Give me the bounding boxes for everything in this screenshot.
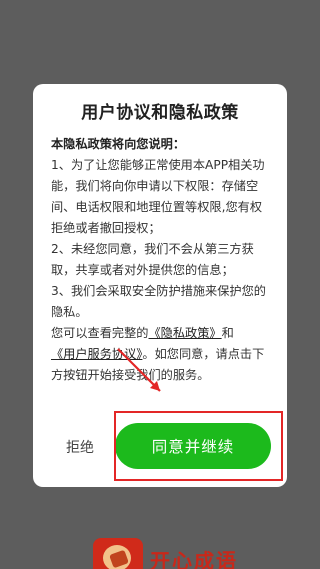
dialog-item-3: 3、我们会采取安全防护措施来保护您的隐私。 <box>51 284 266 319</box>
privacy-dialog: 用户协议和隐私政策 本隐私政策将向您说明： 1、为了让您能够正常使用本APP相关… <box>33 84 287 487</box>
dialog-item-1: 1、为了让您能够正常使用本APP相关功能，我们将向你申请以下权限：存储空间、电话… <box>51 158 265 235</box>
and-text: 和 <box>221 326 234 340</box>
reject-button[interactable]: 拒绝 <box>66 437 94 457</box>
app-logo-icon <box>93 538 143 569</box>
agree-and-continue-button[interactable]: 同意并继续 <box>115 423 271 469</box>
policy-prefix: 您可以查看完整的 <box>51 326 149 340</box>
app-name: 开心成语 <box>150 549 238 569</box>
policy-paragraph: 您可以查看完整的《隐私政策》和 《用户服务协议》。如您同意，请点击下方按钮开始接受… <box>51 323 273 386</box>
user-service-agreement-link[interactable]: 《用户服务协议》 <box>51 347 142 361</box>
dialog-body: 本隐私政策将向您说明： 1、为了让您能够正常使用本APP相关功能，我们将向你申请… <box>51 134 273 386</box>
dialog-title: 用户协议和隐私政策 <box>81 103 239 123</box>
dialog-intro: 本隐私政策将向您说明： <box>51 137 186 151</box>
privacy-policy-link[interactable]: 《隐私政策》 <box>149 326 222 340</box>
dialog-item-2: 2、未经您同意，我们不会从第三方获取，共享或者对外提供您的信息； <box>51 242 254 277</box>
